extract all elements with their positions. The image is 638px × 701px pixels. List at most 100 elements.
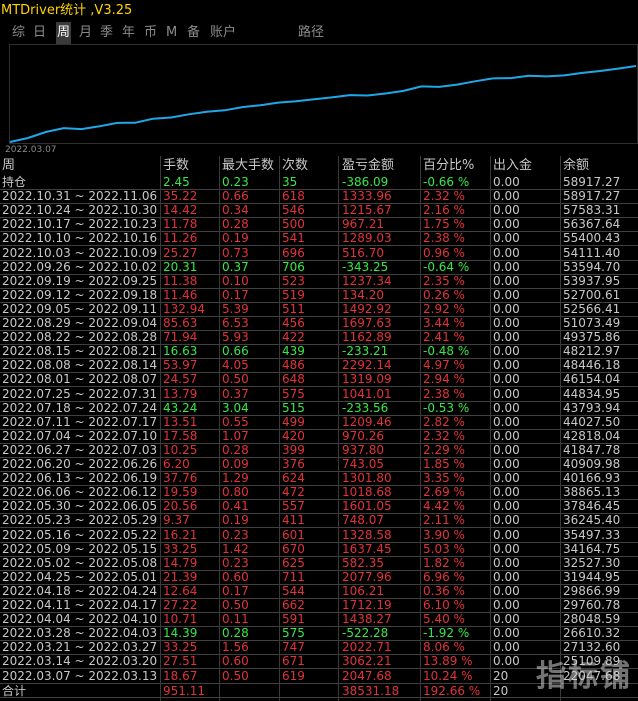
tab-1[interactable]: 日 [33,22,46,44]
table-row: 2022.10.03 ~ 2022.10.09 25.27 0.73 696 516.7… [0,246,638,260]
cell-flow: 0.00 [493,259,520,274]
tab-10[interactable]: 路径 [298,22,324,44]
tab-2[interactable]: 周 [56,22,72,44]
cell-pnl: 2077.96 [342,569,392,584]
table-row: 2022.05.16 ~ 2022.05.22 16.21 0.23 601 1328.… [0,528,638,542]
tab-9[interactable]: 账户 [210,22,236,44]
cell-lots: 17.58 [163,428,198,443]
cell-lots: 33.25 [163,640,198,655]
cell-lots: 951.11 [163,683,205,698]
chart-frame [9,44,638,144]
cell-pct: 1.75 % [423,217,465,232]
grid-line [0,344,638,346]
cell-flow: 0.00 [493,555,520,570]
grid-line [0,259,638,261]
cell-pct: 0.96 % [423,245,465,260]
table-row: 2022.10.31 ~ 2022.11.06 35.22 0.66 618 1333.… [0,189,638,203]
cell-balance: 43793.94 [563,400,621,415]
cell-week: 2022.05.02 ~ 2022.05.08 [2,555,158,570]
cell-pct: 2.16 % [423,203,465,218]
header-pnl: 盈亏金额 [342,158,395,173]
table-row: 2022.08.22 ~ 2022.08.28 71.94 5.93 422 1162.… [0,330,638,344]
cell-flow: 0.00 [493,598,520,612]
cell-pnl: 38531.18 [342,683,400,698]
grid-line [0,414,638,416]
column-separator [420,156,421,701]
cell-pct: 5.03 % [423,541,465,556]
cell-balance: 48212.97 [563,344,621,359]
header-flow: 出入金 [493,158,533,173]
grid-line [0,358,638,360]
grid-line [0,499,638,501]
cell-count: 515 [282,400,305,415]
grid-line [0,597,638,599]
cell-week: 2022.09.05 ~ 2022.09.11 [2,301,158,316]
cell-pct: 1.82 % [423,555,465,570]
grid-line [0,273,638,275]
cell-lots: 24.57 [163,372,198,387]
cell-max_lots: 0.28 [222,217,249,232]
cell-week: 2022.06.27 ~ 2022.07.03 [2,442,158,457]
cell-pnl: 1601.05 [342,499,392,514]
cell-pnl: -343.25 [342,259,389,274]
tab-8[interactable]: 备 [187,22,200,44]
table-row: 2022.08.29 ~ 2022.09.04 85.63 6.53 456 1697.… [0,316,638,330]
cell-flow: 0.00 [493,471,520,486]
cell-week: 2022.07.11 ~ 2022.07.17 [2,414,158,429]
tab-0[interactable]: 综 [12,22,25,44]
cell-flow: 20 [493,683,509,698]
cell-lots: 2.45 [163,175,190,189]
cell-week: 2022.08.29 ~ 2022.09.04 [2,316,158,330]
cell-pct: 1.85 % [423,457,465,471]
cell-flow: 0.00 [493,231,520,246]
cell-max_lots: 5.93 [222,330,249,345]
grid-line [0,442,638,444]
cell-count: 557 [282,499,305,514]
cell-count: 35 [282,175,298,189]
cell-max_lots: 5.39 [222,301,249,316]
cell-pnl: 106.21 [342,583,384,598]
cell-pnl: 1637.45 [342,541,392,556]
table-row: 2022.06.06 ~ 2022.06.12 19.59 0.80 472 1018.… [0,485,638,499]
cell-pct: 2.38 % [423,231,465,246]
cell-lots: 53.97 [163,358,198,373]
tab-4[interactable]: 季 [100,22,113,44]
cell-balance: 29760.78 [563,598,621,612]
balance-curve-chart: 2022.03.07 [0,44,638,156]
cell-pct: -0.66 % [423,175,470,189]
cell-week: 2022.07.04 ~ 2022.07.10 [2,428,158,443]
cell-count: 523 [282,273,305,288]
grid-line [0,555,638,557]
grid-line [0,527,638,529]
tab-7[interactable]: M [166,22,177,44]
tab-3[interactable]: 月 [79,22,92,44]
cell-balance: 55400.43 [563,231,621,246]
cell-count: 511 [282,301,305,316]
cell-pnl: 1237.34 [342,273,392,288]
cell-max_lots: 0.55 [222,414,249,429]
cell-flow: 0.00 [493,344,520,359]
cell-pct: -1.92 % [423,626,470,641]
cell-lots: 20.56 [163,499,198,514]
cell-pct: 2.92 % [423,301,465,316]
cell-lots: 11.26 [163,231,198,246]
tab-6[interactable]: 币 [144,22,157,44]
tab-bar: 综日周月季年币 M 备账户 路径 [0,22,638,44]
tab-5[interactable]: 年 [122,22,135,44]
cell-count: 411 [282,513,305,528]
cell-count: 519 [282,287,305,302]
cell-week: 2022.08.08 ~ 2022.08.14 [2,358,158,373]
table-row: 2022.04.18 ~ 2022.04.24 12.64 0.17 544 106.2… [0,584,638,598]
table-row: 2022.05.09 ~ 2022.05.15 33.25 1.42 670 1637.… [0,542,638,556]
cell-pnl: -386.09 [342,175,389,189]
cell-week: 2022.07.18 ~ 2022.07.24 [2,400,158,415]
cell-week: 2022.04.11 ~ 2022.04.17 [2,598,158,612]
cell-week: 2022.09.26 ~ 2022.10.02 [2,259,158,274]
table-header: 周 手数 最大手数 次数 盈亏金额 百分比% 出入金 余额 [0,159,638,173]
cell-balance: 40166.93 [563,471,621,486]
cell-lots: 12.64 [163,583,198,598]
grid-line [0,301,638,303]
cell-lots: 21.39 [163,569,198,584]
cell-lots: 43.24 [163,400,198,415]
grid-line [0,330,638,331]
